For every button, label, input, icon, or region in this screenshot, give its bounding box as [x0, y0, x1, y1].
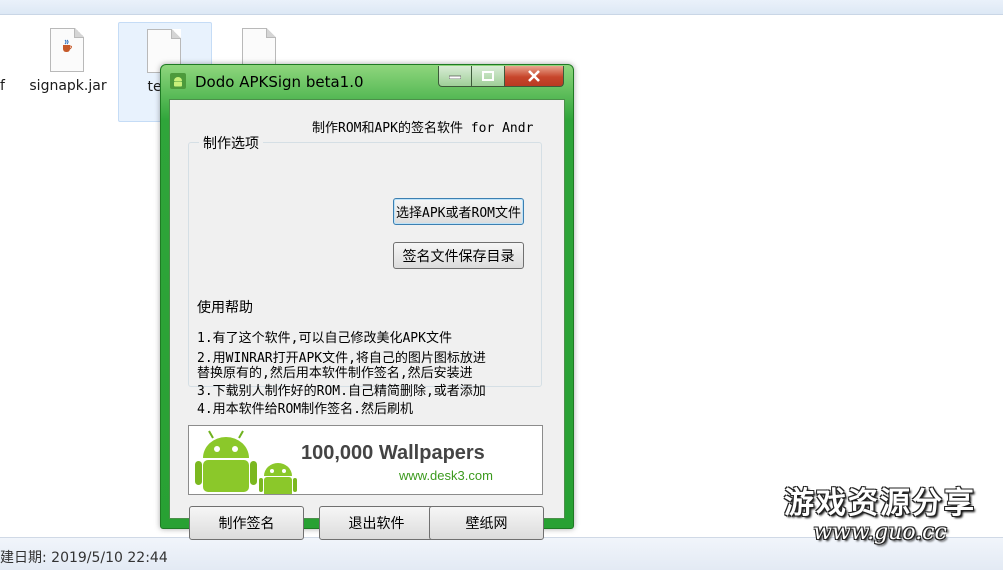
- help-line: 4.用本软件给ROM制作签名.然后刷机: [197, 402, 413, 417]
- site-watermark: 游戏资源分享 www.guo.cc: [770, 478, 990, 545]
- banner-url[interactable]: www.desk3.com: [399, 468, 493, 483]
- window-title: Dodo APKSign beta1.0: [195, 73, 364, 91]
- android-robot-small-icon: [259, 463, 297, 494]
- minimize-button[interactable]: [438, 66, 472, 87]
- exit-button[interactable]: 退出软件: [319, 506, 434, 540]
- window-titlebar[interactable]: Dodo APKSign beta1.0: [161, 65, 573, 99]
- window-client-area: 制作ROM和APK的签名软件 for Andr 制作选项 选择APK或者ROM文…: [169, 99, 565, 540]
- wallpaper-banner-ad[interactable]: 100,000 Wallpapers www.desk3.com: [188, 425, 543, 495]
- explorer-top-strip: [0, 0, 1003, 15]
- save-directory-button[interactable]: 签名文件保存目录: [393, 242, 524, 269]
- watermark-url: www.guo.cc: [813, 520, 947, 545]
- help-line: 替换原有的,然后用本软件制作签名,然后安装进: [197, 366, 473, 381]
- maximize-icon: [482, 71, 494, 81]
- android-icon: [170, 73, 186, 89]
- group-legend: 制作选项: [199, 133, 263, 153]
- status-date-text: 建日期: 2019/5/10 22:44: [0, 550, 168, 566]
- app-tagline: 制作ROM和APK的签名软件 for Andr: [312, 121, 534, 136]
- app-window: Dodo APKSign beta1.0 制作ROM和APK的签名软件 for …: [160, 64, 574, 540]
- help-title: 使用帮助: [197, 300, 253, 316]
- clipped-file-label: f: [0, 78, 5, 94]
- make-signature-button[interactable]: 制作签名: [189, 506, 304, 540]
- wallpaper-site-button[interactable]: 壁纸网: [429, 506, 544, 540]
- java-jar-icon: [50, 28, 84, 72]
- android-robot-large-icon: [195, 430, 257, 492]
- close-button[interactable]: [504, 66, 564, 87]
- java-cup-icon: [63, 39, 72, 52]
- help-line: 3.下载别人制作好的ROM.自己精简删除,或者添加: [197, 384, 486, 399]
- help-line: 1.有了这个软件,可以自己修改美化APK文件: [197, 331, 452, 346]
- file-name-label: signapk.jar: [29, 78, 107, 94]
- minimize-icon: [449, 75, 461, 79]
- close-icon: [528, 70, 540, 82]
- select-file-button[interactable]: 选择APK或者ROM文件: [393, 198, 524, 225]
- watermark-title: 游戏资源分享: [784, 486, 976, 521]
- maximize-button[interactable]: [471, 66, 505, 87]
- banner-headline: 100,000 Wallpapers: [301, 442, 485, 464]
- file-item-signapk[interactable]: signapk.jar: [22, 22, 114, 120]
